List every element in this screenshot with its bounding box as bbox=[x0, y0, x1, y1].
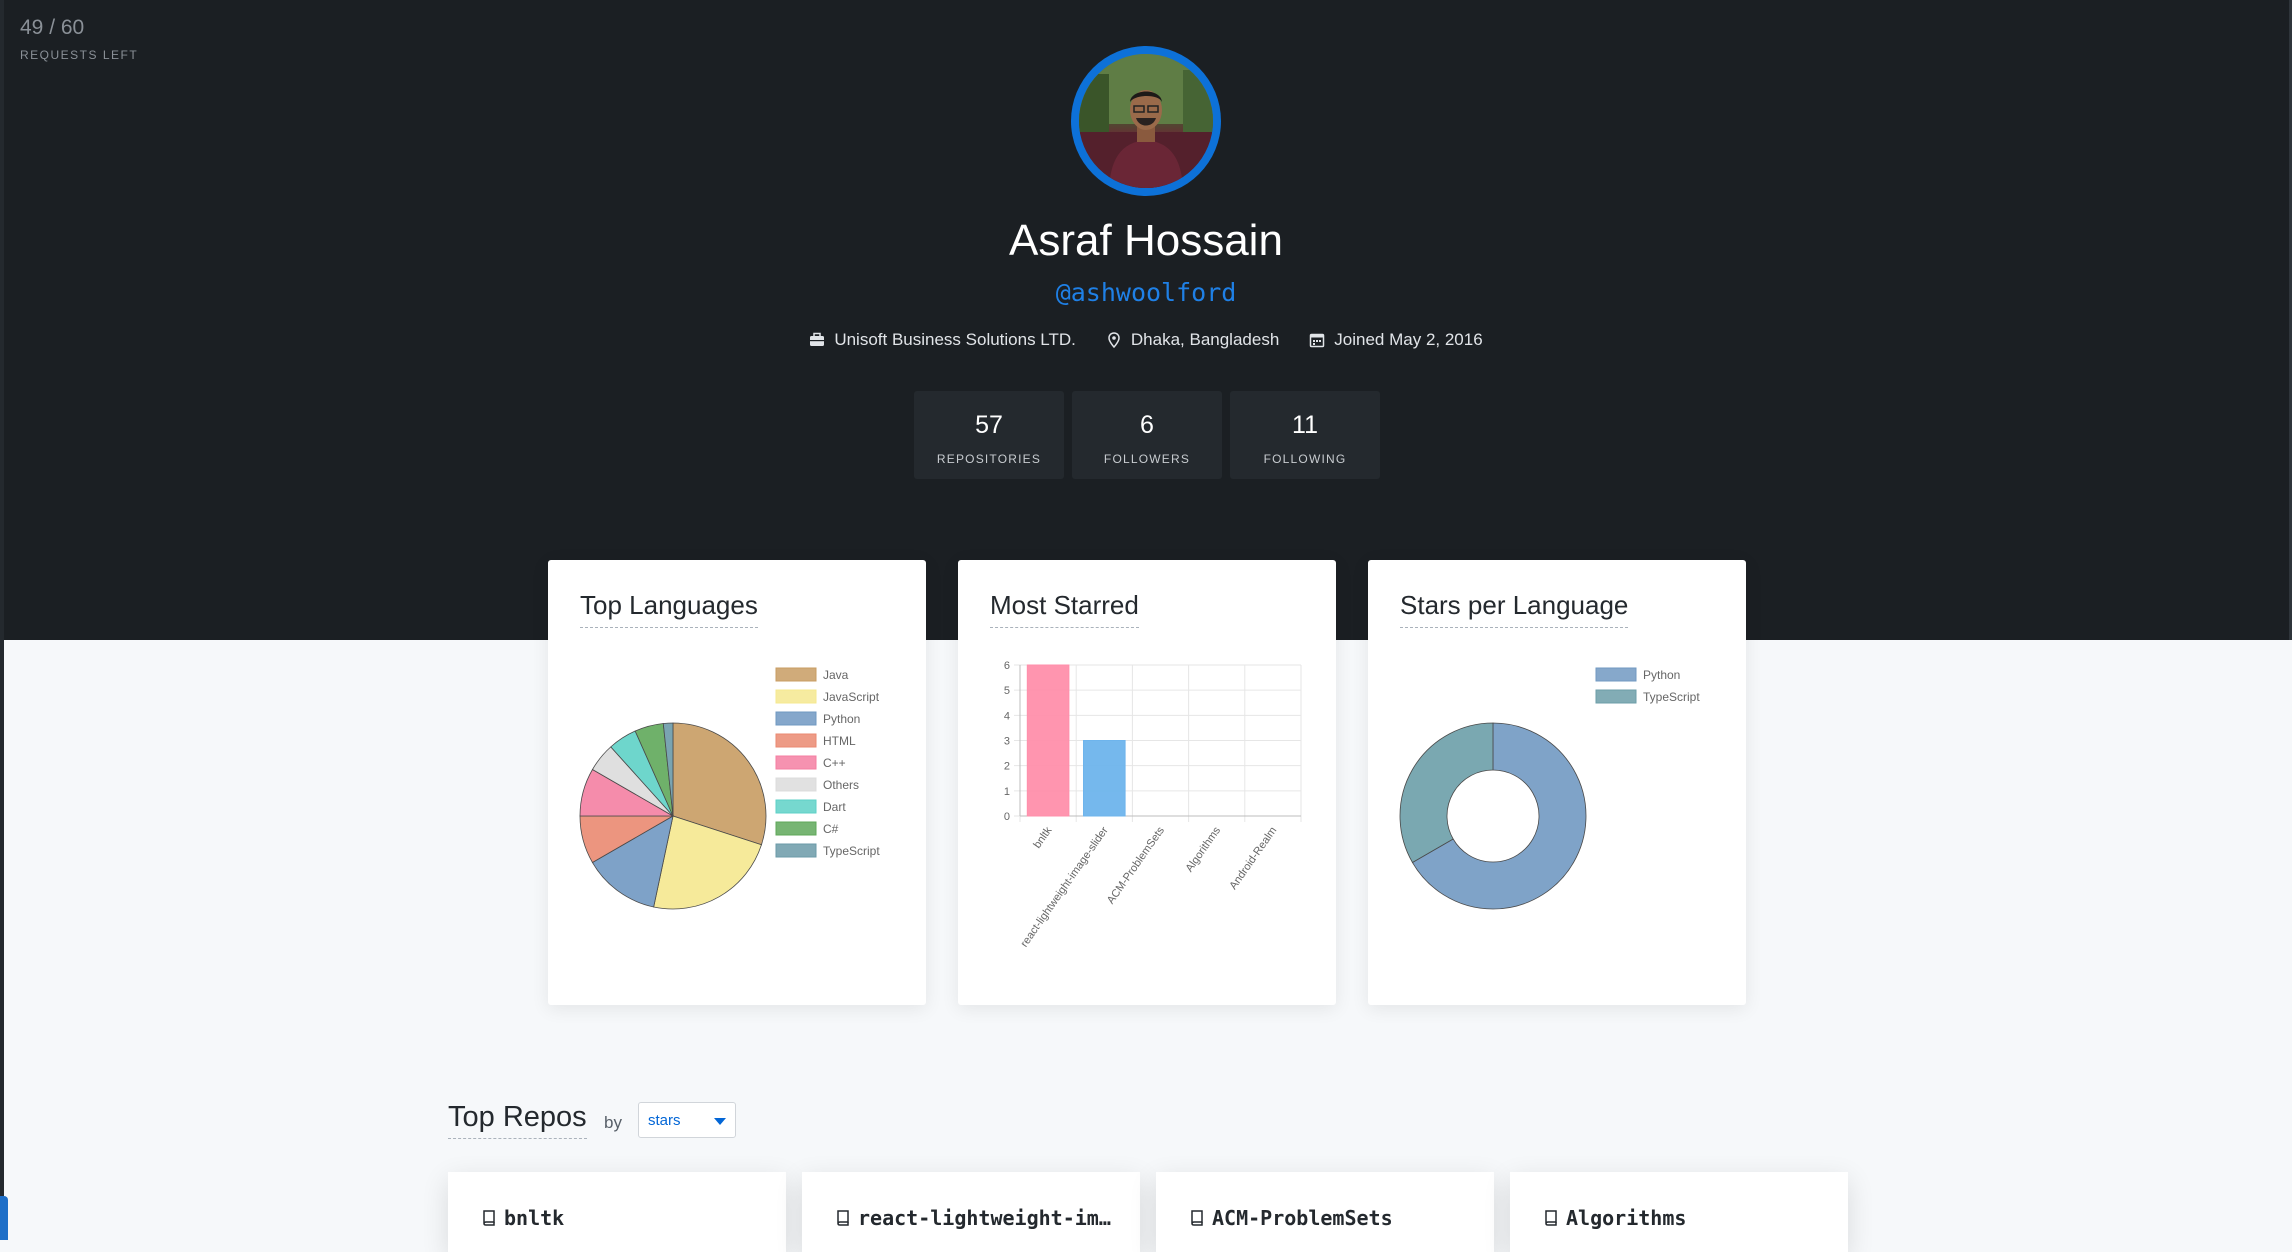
repo-icon bbox=[1545, 1210, 1557, 1226]
repo-icon bbox=[483, 1210, 495, 1226]
y-tick-label: 2 bbox=[1004, 761, 1010, 773]
location-pin-icon bbox=[1108, 332, 1120, 348]
most-starred-chart: 0123456bnltkreact-lightweight-image-slid… bbox=[1004, 660, 1302, 949]
repo-card[interactable]: ACM-ProblemSets bbox=[1156, 1172, 1494, 1252]
x-tick-label: Android-Realm bbox=[1227, 825, 1279, 892]
top-languages-card: Top Languages Java JavaScript Python HTML C+… bbox=[548, 560, 926, 1005]
x-tick-label: ACM-ProblemSets bbox=[1105, 824, 1167, 906]
legend-swatch bbox=[775, 755, 817, 770]
repo-name[interactable]: Algorithms bbox=[1566, 1206, 1686, 1230]
stat-followers: 6 FOLLOWERS bbox=[1072, 391, 1222, 479]
chevron-down-icon bbox=[714, 1118, 726, 1125]
avatar-photo bbox=[1079, 54, 1213, 188]
sort-select[interactable]: stars bbox=[638, 1102, 736, 1138]
repo-icon bbox=[1191, 1210, 1203, 1226]
legend-swatch bbox=[775, 843, 817, 858]
stars-per-language-card: Stars per Language Python TypeScript bbox=[1368, 560, 1746, 1005]
rate-limit-label: REQUESTS LEFT bbox=[20, 48, 139, 62]
legend-label: C++ bbox=[823, 756, 846, 770]
briefcase-icon bbox=[810, 332, 825, 346]
x-tick-label: bnltk bbox=[1031, 824, 1054, 850]
top-repos-title: Top Repos bbox=[448, 1101, 587, 1139]
repo-name[interactable]: bnltk bbox=[504, 1206, 564, 1230]
stat-repositories: 57 REPOSITORIES bbox=[914, 391, 1064, 479]
y-tick-label: 6 bbox=[1004, 660, 1010, 672]
legend-label: Others bbox=[823, 778, 859, 792]
bar bbox=[1083, 740, 1126, 817]
window-edge bbox=[0, 0, 4, 1240]
stat-label: REPOSITORIES bbox=[936, 452, 1042, 466]
bar bbox=[1026, 664, 1070, 817]
profile-name: Asraf Hossain bbox=[1009, 216, 1283, 265]
profile-stats: 57 REPOSITORIES 6 FOLLOWERS 11 FOLLOWING bbox=[914, 391, 1380, 479]
company-info: Unisoft Business Solutions LTD. bbox=[809, 330, 1076, 350]
y-tick-label: 4 bbox=[1004, 710, 1010, 722]
repo-card[interactable]: bnltk bbox=[448, 1172, 786, 1252]
x-tick-label: Algorithms bbox=[1184, 824, 1224, 874]
location-info: Dhaka, Bangladesh bbox=[1106, 330, 1279, 350]
legend-label: Python bbox=[1643, 668, 1680, 682]
legend-swatch bbox=[775, 689, 817, 704]
stat-label: FOLLOWERS bbox=[1103, 452, 1191, 466]
legend-label: Python bbox=[823, 712, 860, 726]
joined-text: Joined May 2, 2016 bbox=[1334, 330, 1483, 349]
calendar-icon bbox=[1310, 333, 1325, 348]
rate-limit-count: 49 / 60 bbox=[20, 16, 85, 39]
legend-swatch bbox=[775, 711, 817, 726]
legend-label: Dart bbox=[823, 800, 846, 814]
legend-swatch bbox=[775, 667, 817, 682]
legend-swatch bbox=[775, 777, 817, 792]
repo-card[interactable]: Algorithms bbox=[1510, 1172, 1848, 1252]
stat-following: 11 FOLLOWING bbox=[1230, 391, 1380, 479]
repo-name[interactable]: react-lightweight-im… bbox=[858, 1206, 1111, 1230]
stars-per-language-chart: Python TypeScript bbox=[1399, 667, 1700, 910]
profile-info: Unisoft Business Solutions LTD. Dhaka, B… bbox=[0, 330, 2292, 350]
stat-label: FOLLOWING bbox=[1263, 452, 1347, 466]
legend-label: JavaScript bbox=[823, 690, 880, 704]
legend-label: TypeScript bbox=[1643, 690, 1700, 704]
stat-value: 11 bbox=[1292, 411, 1318, 439]
legend-label: TypeScript bbox=[823, 844, 880, 858]
stat-value: 6 bbox=[1140, 411, 1154, 439]
legend-label: C# bbox=[823, 822, 839, 836]
corner-tab[interactable] bbox=[0, 1196, 8, 1240]
rate-limit: 49 / 60 REQUESTS LEFT bbox=[20, 16, 138, 62]
top-languages-chart: Java JavaScript Python HTML C++ Others Dart C# T… bbox=[579, 667, 880, 910]
legend-swatch bbox=[1595, 689, 1637, 704]
legend-label: HTML bbox=[823, 734, 856, 748]
stat-value: 57 bbox=[975, 411, 1003, 439]
sort-by-label: by bbox=[604, 1113, 622, 1132]
joined-info: Joined May 2, 2016 bbox=[1309, 330, 1483, 350]
pie-slice bbox=[1399, 722, 1494, 864]
most-starred-card: Most Starred 0 1 2 3 4 5 6 bnltk react-lightweig… bbox=[958, 560, 1336, 1005]
profile-handle-link[interactable]: @ashwoolford bbox=[0, 278, 2292, 307]
sort-select-value: stars bbox=[648, 1112, 681, 1129]
y-tick-label: 1 bbox=[1004, 786, 1010, 798]
legend-swatch bbox=[775, 799, 817, 814]
company-text: Unisoft Business Solutions LTD. bbox=[834, 330, 1076, 349]
location-text: Dhaka, Bangladesh bbox=[1130, 330, 1280, 349]
repo-name[interactable]: ACM-ProblemSets bbox=[1212, 1206, 1393, 1230]
legend-swatch bbox=[775, 821, 817, 836]
y-tick-label: 3 bbox=[1004, 736, 1010, 748]
y-tick-label: 0 bbox=[1004, 811, 1010, 823]
legend-swatch bbox=[1595, 667, 1637, 682]
legend-swatch bbox=[775, 733, 817, 748]
legend-label: Java bbox=[823, 668, 849, 682]
repo-icon bbox=[837, 1210, 849, 1226]
avatar bbox=[1071, 46, 1221, 196]
y-tick-label: 5 bbox=[1004, 685, 1010, 697]
repo-card[interactable]: react-lightweight-im… bbox=[802, 1172, 1140, 1252]
